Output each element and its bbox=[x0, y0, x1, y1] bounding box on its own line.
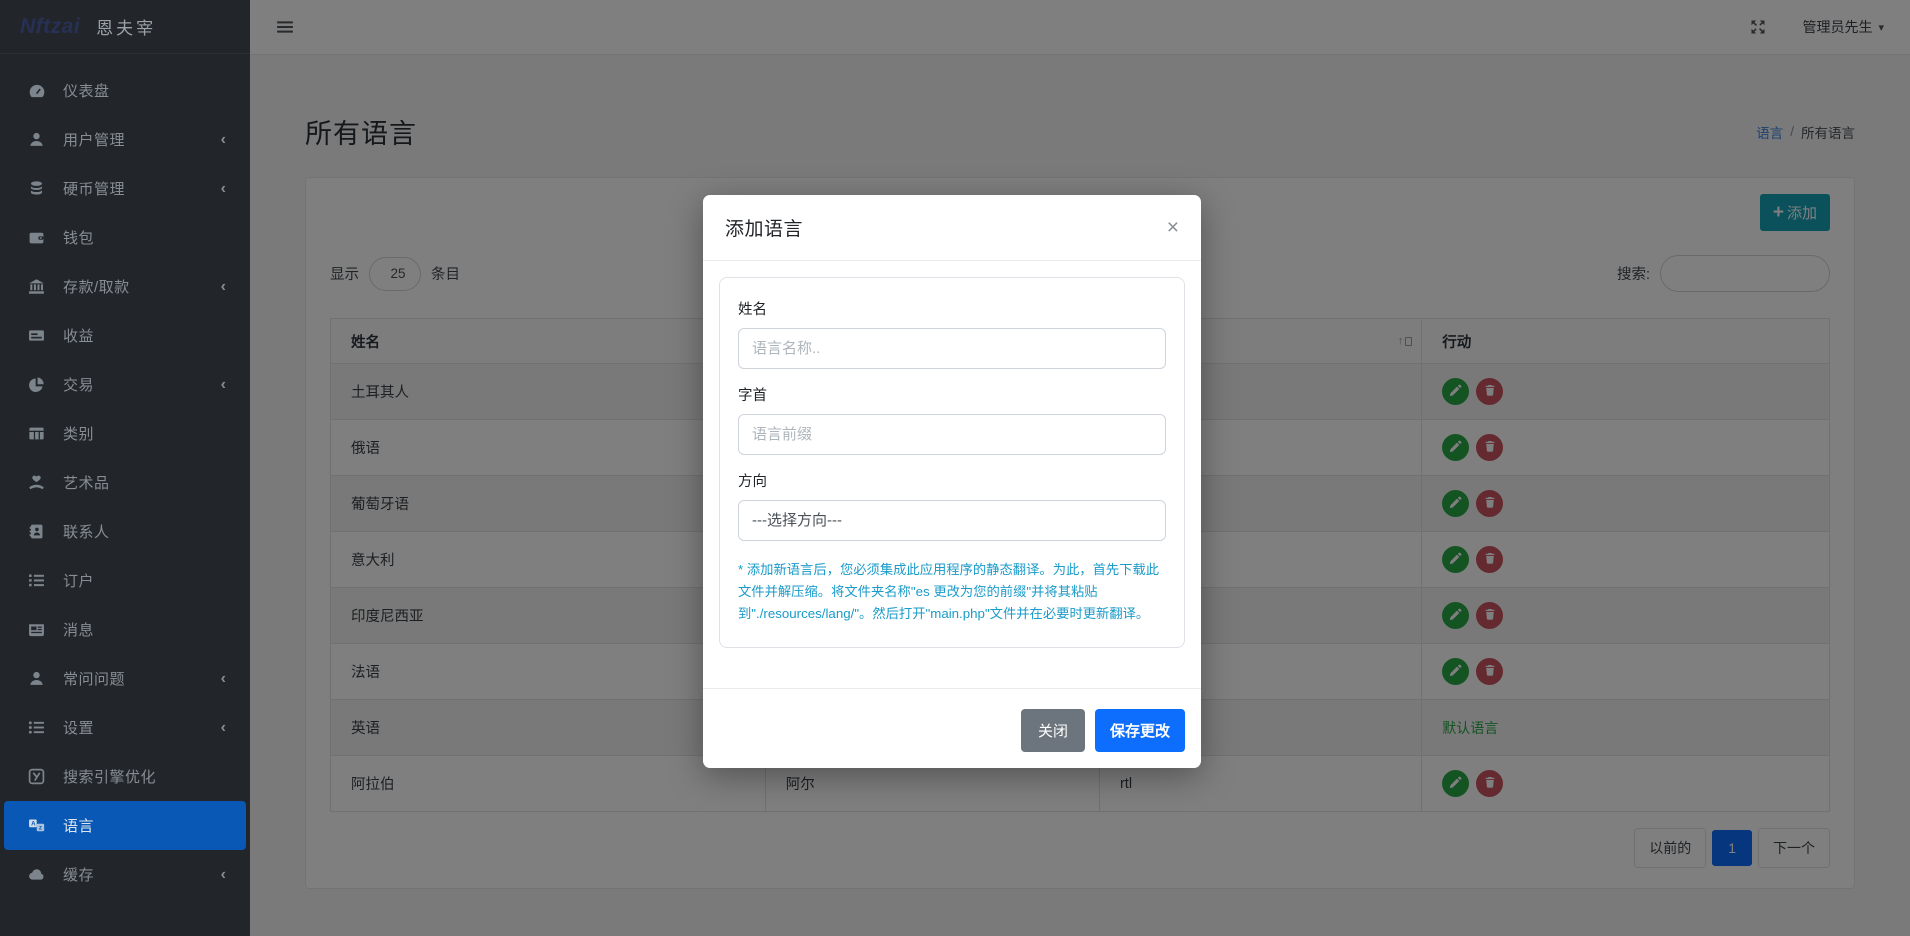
table-icon bbox=[28, 425, 50, 442]
bank-icon bbox=[28, 278, 50, 295]
note-file-link[interactable]: 文件 bbox=[738, 584, 765, 599]
add-language-modal: 添加语言 × 姓名 字首 方向 ---选择方向--- * 添加新语言后，您必须集… bbox=[703, 195, 1201, 768]
prefix-field-group: 字首 bbox=[738, 384, 1166, 455]
sidebar-item-seo[interactable]: 搜索引擎优化 bbox=[4, 752, 246, 801]
sidebar: Nftzai 恩夫宰 仪表盘用户管理 ‹ 硬币管理 ‹ 钱包存款/取款 ‹ 收益交易 ‹ 类别艺… bbox=[0, 0, 250, 936]
sidebar-item-label: 消息 bbox=[63, 619, 94, 640]
brand-logo: Nftzai bbox=[20, 15, 80, 39]
svg-text:z: z bbox=[39, 825, 42, 832]
language-name-input[interactable] bbox=[738, 328, 1166, 369]
sidebar-item-label: 常问问题 bbox=[63, 668, 125, 689]
sidebar-item-label: 缓存 bbox=[63, 864, 94, 885]
sidebar-item-coins[interactable]: 硬币管理 ‹ bbox=[4, 164, 246, 213]
sidebar-item-artworks[interactable]: 艺术品 bbox=[4, 458, 246, 507]
modal-save-button[interactable]: 保存更改 bbox=[1095, 709, 1185, 752]
brand: Nftzai 恩夫宰 bbox=[0, 0, 250, 54]
sidebar-item-label: 设置 bbox=[63, 717, 94, 738]
list-ol-icon bbox=[28, 572, 50, 589]
name-field-group: 姓名 bbox=[738, 298, 1166, 369]
seo-icon bbox=[28, 768, 50, 785]
modal-title: 添加语言 bbox=[725, 214, 803, 241]
modal-footer: 关闭 保存更改 bbox=[703, 688, 1201, 768]
modal-form-card: 姓名 字首 方向 ---选择方向--- * 添加新语言后，您必须集成此应用程序的… bbox=[719, 277, 1185, 648]
close-icon[interactable]: × bbox=[1167, 217, 1179, 238]
sidebar-item-label: 交易 bbox=[63, 374, 94, 395]
list-icon bbox=[28, 719, 50, 736]
name-field-label: 姓名 bbox=[738, 298, 1166, 319]
modal-header: 添加语言 × bbox=[703, 195, 1201, 261]
sidebar-item-categories[interactable]: 类别 bbox=[4, 409, 246, 458]
chevron-left-icon: ‹ bbox=[221, 670, 226, 688]
modal-body: 姓名 字首 方向 ---选择方向--- * 添加新语言后，您必须集成此应用程序的… bbox=[703, 261, 1201, 688]
coins-icon bbox=[28, 180, 50, 197]
chevron-left-icon: ‹ bbox=[221, 131, 226, 149]
language-prefix-input[interactable] bbox=[738, 414, 1166, 455]
sidebar-item-label: 搜索引擎优化 bbox=[63, 766, 156, 787]
chevron-left-icon: ‹ bbox=[221, 866, 226, 884]
direction-select[interactable]: ---选择方向--- bbox=[738, 500, 1166, 541]
sidebar-item-label: 用户管理 bbox=[63, 129, 125, 150]
sidebar-item-settings[interactable]: 设置 ‹ bbox=[4, 703, 246, 752]
sidebar-item-label: 仪表盘 bbox=[63, 80, 110, 101]
sidebar-item-users[interactable]: 用户管理 ‹ bbox=[4, 115, 246, 164]
sidebar-item-label: 联系人 bbox=[63, 521, 110, 542]
chevron-left-icon: ‹ bbox=[221, 719, 226, 737]
sidebar-menu: 仪表盘用户管理 ‹ 硬币管理 ‹ 钱包存款/取款 ‹ 收益交易 ‹ 类别艺术品联系人订户消息常问… bbox=[0, 54, 250, 911]
gauge-icon bbox=[28, 82, 50, 100]
sidebar-item-cache[interactable]: 缓存 ‹ bbox=[4, 850, 246, 899]
direction-field-group: 方向 ---选择方向--- bbox=[738, 470, 1166, 541]
sidebar-item-label: 钱包 bbox=[63, 227, 94, 248]
sidebar-item-label: 艺术品 bbox=[63, 472, 110, 493]
wallet-icon bbox=[28, 229, 50, 246]
note-text-before: * 添加新语言后，您必须集成此应用程序的静态翻译。为此，首先下载此 bbox=[738, 562, 1159, 577]
sidebar-item-transactions[interactable]: 交易 ‹ bbox=[4, 360, 246, 409]
sidebar-item-languages[interactable]: Az 语言 bbox=[4, 801, 246, 850]
cloud-icon bbox=[28, 866, 50, 883]
sidebar-item-label: 收益 bbox=[63, 325, 94, 346]
pie-chart-icon bbox=[28, 376, 50, 393]
sidebar-item-label: 类别 bbox=[63, 423, 94, 444]
direction-field-label: 方向 bbox=[738, 470, 1166, 491]
sidebar-item-earnings[interactable]: 收益 bbox=[4, 311, 246, 360]
sidebar-item-deposits[interactable]: 存款/取款 ‹ bbox=[4, 262, 246, 311]
sidebar-item-label: 硬币管理 bbox=[63, 178, 125, 199]
address-book-icon bbox=[28, 523, 50, 540]
svg-text:A: A bbox=[31, 821, 36, 828]
chevron-left-icon: ‹ bbox=[221, 278, 226, 296]
money-check-icon bbox=[28, 327, 50, 344]
sidebar-item-label: 订户 bbox=[63, 570, 94, 591]
chevron-left-icon: ‹ bbox=[221, 180, 226, 198]
newspaper-icon bbox=[28, 621, 50, 638]
sidebar-item-dashboard[interactable]: 仪表盘 bbox=[4, 66, 246, 115]
user-icon bbox=[28, 670, 50, 687]
language-icon: Az bbox=[28, 817, 50, 834]
chevron-left-icon: ‹ bbox=[221, 376, 226, 394]
sidebar-item-faq[interactable]: 常问问题 ‹ bbox=[4, 654, 246, 703]
sidebar-item-wallet[interactable]: 钱包 bbox=[4, 213, 246, 262]
user-icon bbox=[28, 131, 50, 148]
brand-title: 恩夫宰 bbox=[96, 14, 156, 39]
sidebar-item-contacts[interactable]: 联系人 bbox=[4, 507, 246, 556]
prefix-field-label: 字首 bbox=[738, 384, 1166, 405]
modal-note: * 添加新语言后，您必须集成此应用程序的静态翻译。为此，首先下载此 文件并解压缩… bbox=[738, 559, 1166, 625]
hand-heart-icon bbox=[28, 474, 50, 491]
sidebar-item-messages[interactable]: 消息 bbox=[4, 605, 246, 654]
modal-close-button[interactable]: 关闭 bbox=[1021, 709, 1085, 752]
sidebar-item-label: 存款/取款 bbox=[63, 276, 130, 297]
sidebar-item-subscribers[interactable]: 订户 bbox=[4, 556, 246, 605]
note-text-after: 并解压缩。将文件夹名称"es 更改为您的前缀"并将其粘贴到"./resource… bbox=[738, 584, 1149, 621]
sidebar-item-label: 语言 bbox=[63, 815, 94, 836]
